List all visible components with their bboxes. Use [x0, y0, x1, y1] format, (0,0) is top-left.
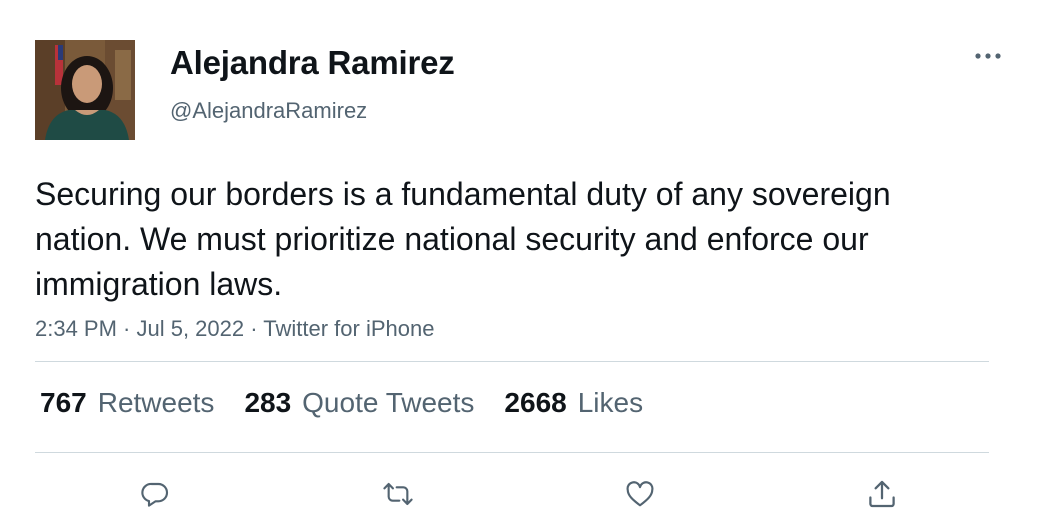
retweet-icon	[383, 482, 413, 506]
stat-label: Likes	[577, 387, 644, 418]
stat-label: Quote Tweets	[302, 387, 475, 418]
avatar[interactable]	[35, 40, 135, 140]
stat-likes[interactable]: 2668 Likes	[504, 387, 643, 419]
stat-count: 283	[244, 387, 292, 418]
like-button[interactable]	[620, 474, 660, 514]
divider	[35, 361, 989, 362]
divider	[35, 452, 989, 453]
author-handle[interactable]: @AlejandraRamirez	[170, 98, 367, 124]
author-display-name[interactable]: Alejandra Ramirez	[170, 44, 455, 82]
stat-count: 767	[40, 387, 87, 418]
more-horizontal-icon	[975, 53, 1001, 59]
tweet-text: Securing our borders is a fundamental du…	[35, 176, 891, 302]
more-options-button[interactable]	[968, 42, 1008, 70]
stat-quote-tweets[interactable]: 283 Quote Tweets	[244, 387, 474, 419]
avatar-photo	[35, 40, 135, 140]
share-upload-icon	[869, 480, 895, 508]
reply-button[interactable]	[135, 474, 175, 514]
reply-bubble-icon	[141, 482, 169, 507]
heart-icon	[626, 481, 654, 507]
share-button[interactable]	[862, 474, 902, 514]
stat-count: 2668	[504, 387, 567, 418]
tweet-card: Alejandra Ramirez @AlejandraRamirez Secu…	[0, 0, 1050, 525]
retweet-button[interactable]	[378, 474, 418, 514]
tweet-stats: 767 Retweets 283 Quote Tweets 2668 Likes	[40, 387, 673, 419]
tweet-meta[interactable]: 2:34 PM · Jul 5, 2022 · Twitter for iPho…	[35, 316, 434, 342]
stat-retweets[interactable]: 767 Retweets	[40, 387, 214, 419]
stat-label: Retweets	[97, 387, 215, 418]
